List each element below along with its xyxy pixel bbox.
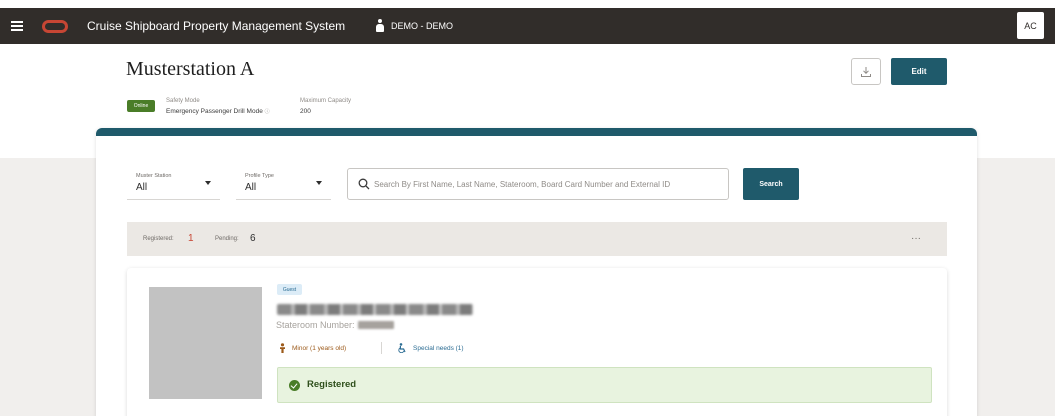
registered-count: 1	[188, 233, 194, 244]
stateroom-number: Stateroom Number:	[276, 320, 394, 330]
hamburger-menu-icon[interactable]	[11, 21, 23, 31]
download-button[interactable]	[851, 58, 881, 85]
registered-label: Registered:	[143, 236, 174, 242]
person-icon	[280, 343, 285, 353]
top-bar: Cruise Shipboard Property Management Sys…	[0, 8, 1055, 44]
pending-label: Pending:	[215, 236, 239, 242]
guest-type-badge: Guest	[277, 284, 302, 295]
summary-bar: Registered: 1 Pending: 6 ···	[127, 222, 947, 256]
app-title: Cruise Shipboard Property Management Sys…	[87, 19, 346, 33]
user-icon	[375, 19, 385, 33]
info-icon[interactable]: ⓘ	[265, 109, 270, 115]
guest-photo	[149, 287, 262, 399]
check-circle-icon	[289, 380, 300, 391]
profile-type-value: All	[245, 182, 257, 193]
divider	[381, 342, 382, 354]
minor-tag: Minor (1 years old)	[279, 343, 346, 353]
muster-station-value: All	[136, 182, 148, 193]
accessibility-icon	[398, 343, 406, 353]
minor-label: Minor (1 years old)	[292, 344, 347, 352]
safety-mode-text: Emergency Passenger Drill Mode	[166, 108, 263, 115]
safety-mode-label: Safety Mode	[166, 98, 200, 104]
special-needs-label: Special needs (1)	[413, 344, 464, 352]
muster-station-select[interactable]: Muster Station All	[127, 168, 220, 200]
status-badge: Online	[127, 100, 155, 112]
oracle-logo[interactable]	[42, 20, 68, 33]
more-options-button[interactable]: ···	[911, 233, 921, 244]
page-title: Musterstation A	[126, 58, 255, 80]
search-icon	[358, 178, 370, 190]
edit-button[interactable]: Edit	[891, 58, 947, 85]
avatar[interactable]: AC	[1017, 12, 1044, 39]
special-needs-tag[interactable]: Special needs (1)	[398, 343, 464, 353]
muster-station-label: Muster Station	[136, 173, 172, 179]
chevron-down-icon	[316, 181, 322, 185]
search-field[interactable]	[347, 168, 729, 200]
user-label[interactable]: DEMO - DEMO	[391, 21, 453, 31]
stateroom-value-redacted	[357, 321, 394, 329]
search-input[interactable]	[374, 175, 724, 193]
guest-name-redacted	[277, 302, 473, 316]
profile-type-label: Profile Type	[245, 173, 274, 179]
stateroom-label: Stateroom Number:	[276, 320, 355, 330]
chevron-down-icon	[205, 181, 211, 185]
download-icon	[861, 66, 871, 77]
search-button[interactable]: Search	[743, 168, 799, 200]
profile-type-select[interactable]: Profile Type All	[236, 168, 331, 200]
safety-mode-value: Emergency Passenger Drill Mode ⓘ	[166, 108, 270, 115]
max-capacity-label: Maximum Capacity	[300, 98, 352, 104]
max-capacity-value: 200	[300, 108, 311, 115]
pending-count: 6	[250, 233, 256, 244]
registration-status-label: Registered	[307, 379, 357, 390]
registration-status: Registered	[277, 367, 932, 403]
